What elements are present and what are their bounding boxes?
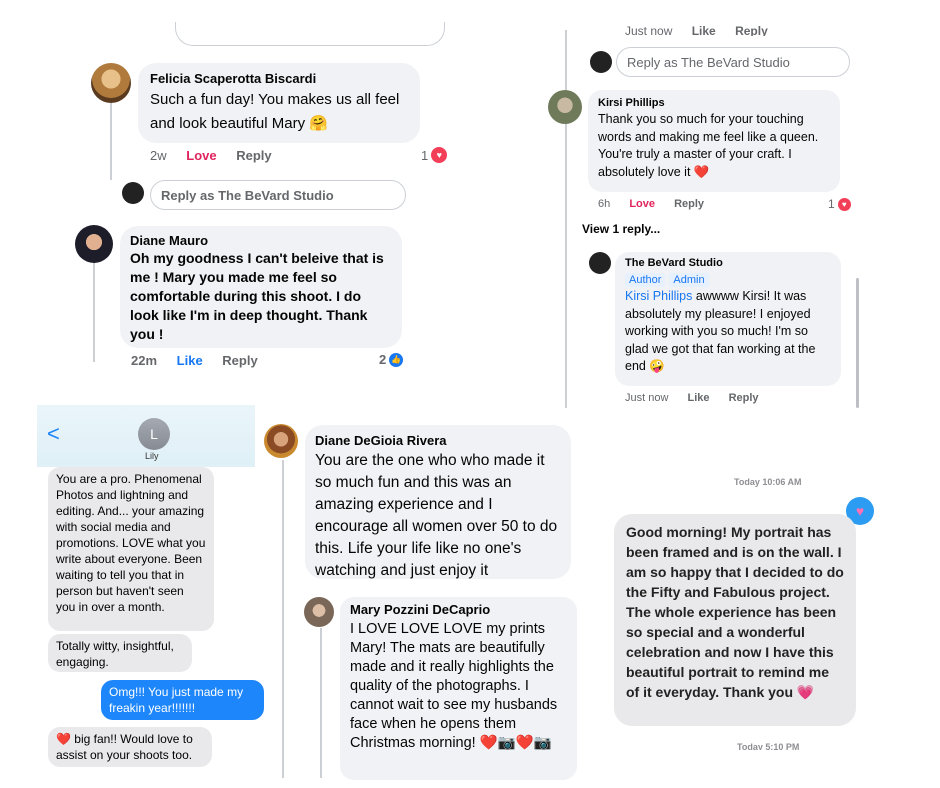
- top-reply-box[interactable]: [175, 22, 445, 46]
- comment-bubble: The BeVard Studio Author Admin Kirsi Phil…: [615, 252, 841, 386]
- thread-line: [565, 30, 567, 408]
- reply-button[interactable]: Reply: [735, 24, 768, 36]
- comment-meta: Just now Like Reply: [625, 24, 784, 36]
- avatar-small: [590, 51, 612, 73]
- contact-initial: L: [150, 426, 158, 442]
- admin-badge: Admin: [669, 273, 709, 287]
- comment-text: Oh my goodness I can't beleive that is m…: [130, 250, 384, 342]
- reaction-count[interactable]: 1 ♥: [828, 197, 851, 211]
- avatar: [91, 63, 131, 103]
- comment-text: Thank you so much for your touching word…: [598, 112, 819, 179]
- like-button[interactable]: Like: [687, 392, 709, 404]
- avatar-small: [589, 252, 611, 274]
- comment-text: I LOVE LOVE LOVE my prints Mary! The mat…: [350, 621, 558, 751]
- reply-button[interactable]: Reply: [674, 198, 704, 210]
- thread-branch: [565, 240, 567, 270]
- comment-text: Such a fun day! You makes us all feel an…: [150, 91, 400, 132]
- like-button[interactable]: Like: [692, 24, 716, 36]
- thread-line: [282, 460, 284, 778]
- commenter-name[interactable]: Diane Mauro: [130, 233, 392, 248]
- comment-text: You are the one who who made it so much …: [315, 452, 558, 579]
- reaction-count[interactable]: 2 👍: [379, 352, 404, 367]
- comment-meta: 22m Like Reply: [131, 353, 274, 368]
- commenter-name[interactable]: Mary Pozzini DeCaprio: [350, 602, 567, 617]
- reply-placeholder: Reply as The BeVard Studio: [627, 54, 790, 70]
- love-button[interactable]: Love: [629, 198, 655, 210]
- message-bubble: Totally witty, insightful, engaging.: [48, 634, 192, 672]
- timestamp: Today 5:10 PM: [737, 742, 800, 750]
- commenter-name[interactable]: Kirsi Phillips: [598, 97, 830, 109]
- reply-button[interactable]: Reply: [729, 392, 759, 404]
- author-badge: Author: [625, 273, 666, 287]
- reaction-number: 1: [421, 147, 429, 163]
- reaction-number: 1: [828, 197, 835, 211]
- comment-bubble: Mary Pozzini DeCaprio I LOVE LOVE LOVE m…: [340, 597, 577, 780]
- comment-bubble: Kirsi Phillips Thank you so much for you…: [588, 90, 840, 192]
- avatar-small: [122, 182, 144, 204]
- reply-input[interactable]: Reply as The BeVard Studio: [616, 47, 850, 77]
- reply-button[interactable]: Reply: [236, 148, 271, 163]
- reply-button[interactable]: Reply: [222, 353, 257, 368]
- comment-time: 22m: [131, 353, 158, 368]
- avatar: [548, 90, 582, 124]
- comment-bubble: Diane Mauro Oh my goodness I can't belei…: [120, 226, 402, 348]
- avatar: [75, 225, 113, 263]
- avatar: [304, 597, 334, 627]
- message-bubble: Good morning! My portrait has been frame…: [614, 514, 856, 726]
- contact-name[interactable]: Lily: [145, 451, 159, 461]
- thumbs-up-icon: 👍: [389, 352, 404, 367]
- heart-icon: ♥: [837, 197, 851, 211]
- commenter-name[interactable]: Diane DeGioia Rivera: [315, 433, 561, 448]
- commenter-name[interactable]: The BeVard Studio: [625, 257, 831, 269]
- scrollbar[interactable]: [856, 278, 859, 408]
- reaction-count[interactable]: 1 ♥: [421, 147, 448, 163]
- reply-input[interactable]: Reply as The BeVard Studio: [150, 180, 406, 210]
- thread-line: [320, 628, 322, 778]
- message-bubble: You are a pro. Phenomenal Photos and lig…: [48, 467, 214, 631]
- comment-time: Just now: [625, 392, 669, 404]
- reply-placeholder: Reply as The BeVard Studio: [161, 187, 334, 203]
- contact-avatar[interactable]: L: [138, 418, 170, 450]
- love-button[interactable]: Love: [186, 148, 216, 163]
- thread-line: [93, 262, 95, 362]
- comment-meta: Just now Like Reply: [625, 392, 775, 404]
- mention-link[interactable]: Kirsi Phillips: [625, 289, 692, 303]
- comment-bubble: Felicia Scaperotta Biscardi Such a fun d…: [138, 63, 420, 143]
- comment-time: Just now: [625, 24, 673, 36]
- heart-icon: ♥: [431, 147, 448, 163]
- imessage-header: < L Lily: [37, 405, 255, 467]
- timestamp: Today 10:06 AM: [734, 477, 802, 487]
- comment-bubble: Diane DeGioia Rivera You are the one who…: [305, 425, 571, 579]
- message-bubble: ❤️ big fan!! Would love to assist on you…: [48, 727, 212, 767]
- avatar: [264, 424, 298, 458]
- commenter-name[interactable]: Felicia Scaperotta Biscardi: [150, 71, 408, 86]
- reaction-number: 2: [379, 352, 387, 367]
- message-bubble-sent: Omg!!! You just made my freakin year!!!!…: [101, 680, 264, 720]
- comment-text: Kirsi Phillips awwww Kirsi! It was absol…: [625, 288, 831, 376]
- like-button[interactable]: Like: [177, 353, 203, 368]
- back-chevron-icon[interactable]: <: [47, 421, 60, 447]
- comment-time: 2w: [150, 148, 167, 163]
- badges: Author Admin: [625, 270, 831, 288]
- view-replies-link[interactable]: View 1 reply...: [582, 222, 660, 236]
- thread-line: [110, 100, 112, 180]
- comment-time: 6h: [598, 198, 611, 210]
- comment-meta: 2w Love Reply: [150, 148, 288, 163]
- comment-meta: 6h Love Reply: [598, 198, 720, 210]
